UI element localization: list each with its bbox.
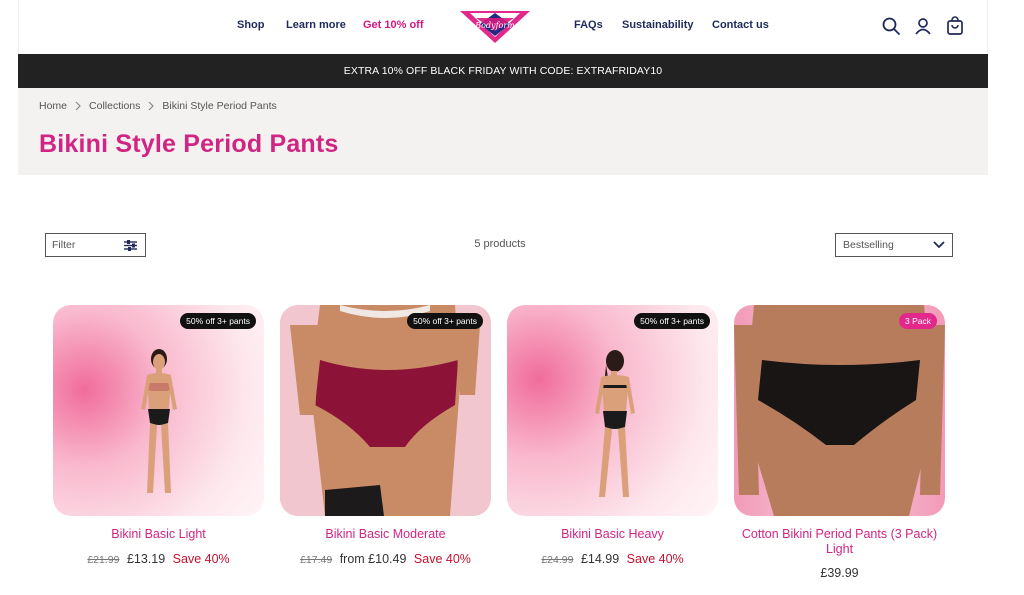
nav-learn-more[interactable]: Learn more (286, 19, 346, 31)
breadcrumb: Home Collections Bikini Style Period Pan… (39, 100, 277, 112)
product-card[interactable]: 50% off 3+ pants Bikini Basic Heavy £24.… (507, 305, 718, 566)
product-image[interactable]: 50% off 3+ pants (507, 305, 718, 516)
sort-label: Bestselling (843, 239, 894, 251)
product-name[interactable]: Cotton Bikini Period Pants (3 Pack) Ligh… (734, 527, 945, 557)
product-name[interactable]: Bikini Basic Moderate (280, 527, 491, 542)
nav-contact-us[interactable]: Contact us (712, 19, 769, 31)
chevron-down-icon (933, 241, 945, 249)
model-figure (280, 305, 491, 516)
logo-text: Bodyform (474, 21, 515, 30)
save-label: Save 40% (172, 552, 230, 566)
was-price: £17.49 (300, 554, 333, 566)
nav-get-discount[interactable]: Get 10% off (363, 19, 424, 31)
product-image[interactable]: 3 Pack (734, 305, 945, 516)
product-name[interactable]: Bikini Basic Heavy (507, 527, 718, 542)
model-figure (734, 305, 945, 516)
sale-price: £13.19 (126, 552, 166, 566)
model-figure (595, 350, 635, 497)
product-price: £24.99 £14.99 Save 40% (507, 552, 718, 566)
nav-faqs[interactable]: FAQs (574, 19, 603, 31)
promo-badge: 50% off 3+ pants (180, 313, 256, 329)
nav-sustainability[interactable]: Sustainability (622, 19, 694, 31)
breadcrumb-collections[interactable]: Collections (89, 100, 140, 112)
product-count: 5 products (474, 238, 526, 250)
product-card[interactable]: 50% off 3+ pants Bikini Basic Light £21.… (53, 305, 264, 566)
page-title: Bikini Style Period Pants (39, 130, 339, 158)
promo-banner: EXTRA 10% OFF BLACK FRIDAY WITH CODE: EX… (18, 54, 988, 88)
site-header: Shop Learn more Get 10% off Bodyform FAQ… (18, 0, 988, 54)
collection-hero: Home Collections Bikini Style Period Pan… (18, 88, 988, 175)
product-card[interactable]: 50% off 3+ pants Bikini Basic Moderate £… (280, 305, 491, 566)
product-price: £39.99 (820, 566, 859, 580)
product-image[interactable]: 50% off 3+ pants (280, 305, 491, 516)
search-icon[interactable] (881, 16, 901, 36)
logo-mark: Bodyform (460, 11, 530, 43)
bodyform-logo[interactable]: Bodyform (458, 9, 532, 45)
product-price: £21.99 £13.19 Save 40% (53, 552, 264, 566)
product-price: £17.49 from £10.49 Save 40% (280, 552, 491, 566)
chevron-right-icon (148, 101, 155, 111)
product-image[interactable]: 50% off 3+ pants (53, 305, 264, 516)
sale-price: from £10.49 (339, 552, 407, 566)
promo-badge: 50% off 3+ pants (634, 313, 710, 329)
promo-badge: 50% off 3+ pants (407, 313, 483, 329)
cart-icon[interactable] (945, 16, 965, 36)
save-label: Save 40% (626, 552, 684, 566)
breadcrumb-current: Bikini Style Period Pants (162, 100, 277, 112)
chevron-right-icon (75, 101, 81, 111)
filter-button[interactable]: Filter (45, 233, 146, 257)
sort-select[interactable]: Bestselling (835, 233, 953, 257)
nav-shop[interactable]: Shop (237, 19, 265, 31)
product-name[interactable]: Bikini Basic Light (53, 527, 264, 542)
page: Shop Learn more Get 10% off Bodyform FAQ… (0, 0, 1024, 595)
product-card[interactable]: 3 Pack Cotton Bikini Period Pants (3 Pac… (734, 305, 945, 580)
was-price: £24.99 (541, 554, 574, 566)
breadcrumb-home[interactable]: Home (39, 100, 67, 112)
account-icon[interactable] (913, 16, 933, 36)
save-label: Save 40% (413, 552, 471, 566)
sale-price: £14.99 (580, 552, 620, 566)
pack-badge: 3 Pack (899, 313, 937, 329)
was-price: £21.99 (87, 554, 120, 566)
sliders-icon (124, 240, 137, 251)
model-figure (141, 349, 177, 493)
filter-label: Filter (52, 239, 76, 251)
